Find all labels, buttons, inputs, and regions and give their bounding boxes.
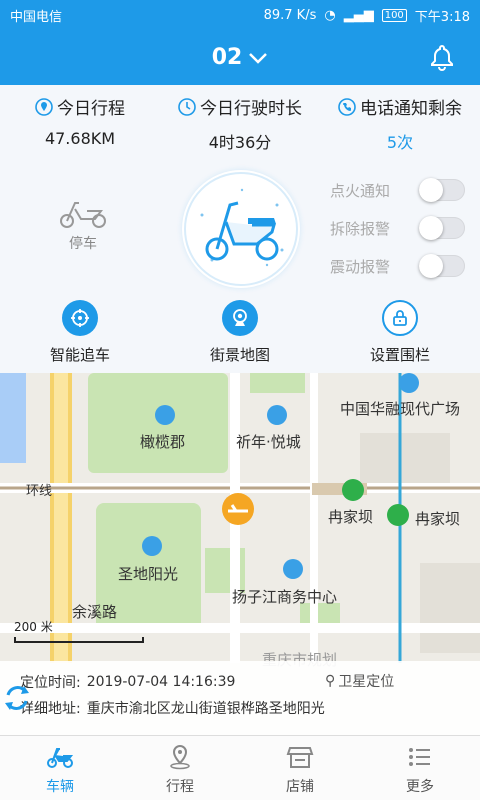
stat-phone-label: 电话通知剩余	[360, 99, 462, 119]
geofence-label: 设置围栏	[369, 346, 430, 364]
tab-vehicle-label: 车辆	[46, 779, 74, 795]
stat-trip-label: 今日行程	[57, 99, 125, 119]
toggle-ignition: 点火通知	[330, 171, 465, 209]
removal-switch[interactable]	[419, 216, 465, 240]
vehicle-selector[interactable]: 02	[212, 45, 269, 70]
tab-store[interactable]: 店铺	[240, 736, 360, 800]
street-view-label: 街景地图	[209, 346, 270, 364]
map-label-yangzijiang: 扬子江商务中心	[232, 588, 338, 606]
tab-store-label: 店铺	[286, 779, 314, 795]
map-label-cbd: 中国华融现代广场	[340, 400, 461, 418]
chevron-down-icon	[249, 52, 268, 64]
map-scale: 200 米	[14, 618, 144, 643]
network-speed: 89.7 K/s	[263, 7, 317, 23]
map-label-ranjiaba-2: 冉家坝	[415, 510, 461, 528]
stat-trip: 今日行程 47.68KM	[0, 85, 160, 155]
ignition-switch[interactable]	[419, 178, 465, 202]
battery-icon: 100	[381, 8, 407, 22]
parked-scooter-icon	[60, 202, 106, 228]
toggle-removal-label: 拆除报警	[330, 219, 391, 238]
location-info-card: 定位时间: 2019-07-04 14:16:39 详细地址: 重庆市渝北区龙山…	[0, 661, 480, 735]
camera-icon	[233, 309, 247, 326]
carrier-label: 中国电信	[10, 9, 63, 25]
phone-icon	[338, 97, 356, 116]
vehicle-status-area: 停车 点火通知 拆除报警 震动报警	[0, 165, 480, 295]
scooter-icon	[184, 172, 298, 286]
map-scale-label: 200 米	[14, 620, 53, 634]
scooter-icon	[47, 748, 74, 768]
tab-vehicle[interactable]: 车辆	[0, 736, 120, 800]
map-label-ganlan: 橄榄郡	[140, 433, 186, 451]
location-time-value: 2019-07-04 14:16:39	[86, 674, 236, 690]
tab-trips-label: 行程	[166, 779, 194, 795]
bell-icon[interactable]	[428, 43, 456, 71]
vehicle-marker[interactable]	[222, 493, 254, 525]
vehicle-title: 02	[211, 45, 243, 70]
lock-icon	[393, 310, 407, 326]
address-value: 重庆市渝北区龙山街道银桦路圣地阳光	[86, 701, 325, 717]
clock-time: 下午3:18	[414, 9, 470, 25]
location-pin-icon	[35, 97, 53, 116]
satellite-label: 卫星定位	[338, 674, 395, 690]
status-bar: 中国电信 89.7 K/s ◔ ▂▄▆ 100 下午3:18	[0, 0, 480, 30]
vehicle-panel: 今日行程 47.68KM 今日行驶时长 4时36分 电话通知剩余 5次 停车 点…	[0, 85, 480, 373]
toggle-removal: 拆除报警	[330, 209, 465, 247]
map-label-ranjiaba-1: 冉家坝	[328, 508, 374, 526]
bottom-tab-bar: 车辆 行程 店铺 更多	[0, 735, 480, 800]
scooter-illustration	[182, 170, 300, 288]
signal-icon: ▂▄▆	[343, 7, 374, 23]
store-icon	[286, 747, 314, 768]
parked-label: 停车	[69, 236, 97, 252]
satellite-icon: ⚲	[325, 673, 336, 689]
toggle-vibration-label: 震动报警	[330, 257, 391, 276]
clock-icon	[178, 97, 196, 116]
stats-row: 今日行程 47.68KM 今日行驶时长 4时36分 电话通知剩余 5次	[0, 85, 480, 155]
wifi-icon: ◔	[324, 7, 336, 23]
stat-duration: 今日行驶时长 4时36分	[160, 85, 320, 155]
quick-actions: 智能追车 街景地图 设置围栏	[0, 300, 480, 370]
map-label-huanxian: 环线	[26, 484, 53, 499]
satellite-status: ⚲ 卫星定位	[325, 671, 394, 691]
stat-phone: 电话通知剩余 5次	[320, 85, 480, 155]
toggle-ignition-label: 点火通知	[330, 181, 391, 200]
vibration-switch[interactable]	[419, 254, 465, 278]
stat-duration-label: 今日行驶时长	[200, 99, 302, 119]
target-icon	[71, 309, 89, 327]
map-label-shengdi: 圣地阳光	[118, 565, 179, 583]
toggle-vibration: 震动报警	[330, 247, 465, 285]
refresh-icon[interactable]	[0, 681, 34, 715]
tab-trips[interactable]: 行程	[120, 736, 240, 800]
stat-trip-value: 47.68KM	[44, 129, 116, 148]
stat-phone-value: 5次	[386, 133, 414, 152]
geofence-button[interactable]: 设置围栏	[320, 300, 480, 370]
list-icon	[409, 748, 430, 766]
map-pin-icon	[170, 744, 190, 770]
alert-toggles: 点火通知 拆除报警 震动报警	[330, 171, 465, 285]
app-header: 02	[0, 30, 480, 85]
tab-more[interactable]: 更多	[360, 736, 480, 800]
smart-track-label: 智能追车	[49, 346, 110, 364]
tab-more-label: 更多	[406, 779, 434, 795]
smart-track-button[interactable]: 智能追车	[0, 300, 160, 370]
parked-status: 停车	[55, 195, 111, 253]
street-view-button[interactable]: 街景地图	[160, 300, 320, 370]
stat-duration-value: 4时36分	[208, 133, 272, 152]
map-view[interactable]: 中国华融现代广场 橄榄郡 祈年·悦城 环线 冉家坝 冉家坝 圣地阳光 扬子江商务…	[0, 373, 480, 735]
map-label-xinnian: 祈年·悦城	[236, 433, 301, 451]
